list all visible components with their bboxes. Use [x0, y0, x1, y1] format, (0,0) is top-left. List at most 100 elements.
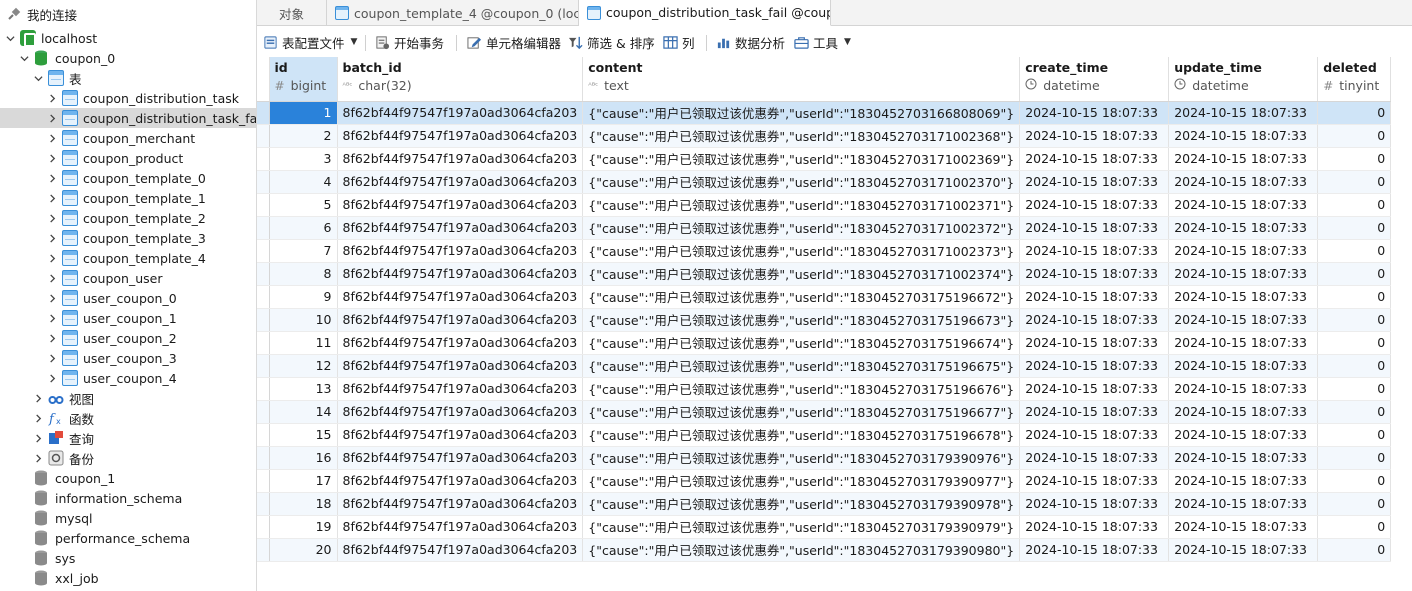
table-row[interactable]: 7 8f62bf44f97547f197a0ad3064cfa203 {"cause… [257, 239, 1392, 263]
tab-objects[interactable]: 对象 [257, 0, 327, 26]
chevron-down-icon[interactable] [32, 72, 44, 84]
column-header-update-time[interactable]: update_time datetime [1168, 57, 1319, 102]
sidebar-table-item[interactable]: user_coupon_1 [0, 308, 256, 328]
cell-id[interactable]: 14 [269, 400, 338, 424]
cell-update-time[interactable]: 2024-10-15 18:07:33 [1168, 515, 1319, 539]
row-selector[interactable] [257, 446, 270, 470]
cell-create-time[interactable]: 2024-10-15 18:07:33 [1019, 354, 1170, 378]
cell-update-time[interactable]: 2024-10-15 18:07:33 [1168, 308, 1319, 332]
chevron-right-icon[interactable] [46, 272, 58, 284]
cell-update-time[interactable]: 2024-10-15 18:07:33 [1168, 124, 1319, 148]
cell-deleted[interactable]: 0 [1317, 124, 1392, 148]
cell-id[interactable]: 15 [269, 423, 338, 447]
chevron-right-icon[interactable] [46, 132, 58, 144]
sidebar-table-item[interactable]: coupon_merchant [0, 128, 256, 148]
table-row[interactable]: 5 8f62bf44f97547f197a0ad3064cfa203 {"cause… [257, 193, 1392, 217]
cell-create-time[interactable]: 2024-10-15 18:07:33 [1019, 308, 1170, 332]
cell-update-time[interactable]: 2024-10-15 18:07:33 [1168, 147, 1319, 171]
cell-update-time[interactable]: 2024-10-15 18:07:33 [1168, 262, 1319, 286]
cell-content[interactable]: {"cause":"用户已领取过该优惠券","userId":"18304527… [582, 446, 1021, 470]
chevron-right-icon[interactable] [46, 252, 58, 264]
cell-content[interactable]: {"cause":"用户已领取过该优惠券","userId":"18304527… [582, 492, 1021, 516]
chevron-right-icon[interactable] [32, 392, 44, 404]
row-selector[interactable] [257, 285, 270, 309]
cell-batch-id[interactable]: 8f62bf44f97547f197a0ad3064cfa203 [337, 331, 584, 355]
cell-id[interactable]: 5 [269, 193, 338, 217]
row-selector[interactable] [257, 216, 270, 240]
cell-content[interactable]: {"cause":"用户已领取过该优惠券","userId":"18304527… [582, 124, 1021, 148]
table-row[interactable]: 3 8f62bf44f97547f197a0ad3064cfa203 {"cause… [257, 147, 1392, 171]
cell-batch-id[interactable]: 8f62bf44f97547f197a0ad3064cfa203 [337, 170, 584, 194]
cell-deleted[interactable]: 0 [1317, 446, 1392, 470]
tree-group-views[interactable]: 视图 [0, 388, 256, 408]
tree-database-coupon-0[interactable]: coupon_0 [0, 48, 256, 68]
table-row[interactable]: 6 8f62bf44f97547f197a0ad3064cfa203 {"cause… [257, 216, 1392, 240]
sidebar-table-item[interactable]: coupon_distribution_task [0, 88, 256, 108]
chevron-right-icon[interactable] [46, 92, 58, 104]
data-grid[interactable]: id # bigint batch_id ᴬᴮᶜ char(32) content ᴬᴮᶜ te… [257, 57, 1412, 591]
chevron-right-icon[interactable] [46, 352, 58, 364]
cell-create-time[interactable]: 2024-10-15 18:07:33 [1019, 285, 1170, 309]
cell-create-time[interactable]: 2024-10-15 18:07:33 [1019, 170, 1170, 194]
table-row[interactable]: 19 8f62bf44f97547f197a0ad3064cfa203 {"caus… [257, 515, 1392, 539]
chevron-right-icon[interactable] [46, 332, 58, 344]
table-row[interactable]: 8 8f62bf44f97547f197a0ad3064cfa203 {"cause… [257, 262, 1392, 286]
chevron-right-icon[interactable] [46, 372, 58, 384]
cell-deleted[interactable]: 0 [1317, 147, 1392, 171]
cell-batch-id[interactable]: 8f62bf44f97547f197a0ad3064cfa203 [337, 538, 584, 562]
sidebar-table-item[interactable]: coupon_template_0 [0, 168, 256, 188]
cell-create-time[interactable]: 2024-10-15 18:07:33 [1019, 147, 1170, 171]
table-row[interactable]: 11 8f62bf44f97547f197a0ad3064cfa203 {"caus… [257, 331, 1392, 355]
cell-editor-button[interactable]: 单元格编辑器 [467, 32, 561, 52]
cell-create-time[interactable]: 2024-10-15 18:07:33 [1019, 446, 1170, 470]
table-row[interactable]: 14 8f62bf44f97547f197a0ad3064cfa203 {"caus… [257, 400, 1392, 424]
sidebar-table-item[interactable]: coupon_template_2 [0, 208, 256, 228]
cell-content[interactable]: {"cause":"用户已领取过该优惠券","userId":"18304527… [582, 400, 1021, 424]
cell-id[interactable]: 7 [269, 239, 338, 263]
cell-update-time[interactable]: 2024-10-15 18:07:33 [1168, 216, 1319, 240]
chevron-right-icon[interactable] [46, 112, 58, 124]
cell-batch-id[interactable]: 8f62bf44f97547f197a0ad3064cfa203 [337, 377, 584, 401]
column-header-batch-id[interactable]: batch_id ᴬᴮᶜ char(32) [337, 57, 584, 102]
cell-content[interactable]: {"cause":"用户已领取过该优惠券","userId":"18304527… [582, 216, 1021, 240]
cell-update-time[interactable]: 2024-10-15 18:07:33 [1168, 492, 1319, 516]
row-selector[interactable] [257, 308, 270, 332]
sidebar-table-item[interactable]: coupon_user [0, 268, 256, 288]
column-header-deleted[interactable]: deleted # tinyint [1317, 57, 1392, 102]
row-selector[interactable] [257, 170, 270, 194]
row-selector[interactable] [257, 515, 270, 539]
columns-button[interactable]: 列 [663, 32, 695, 52]
cell-id[interactable]: 1 [269, 101, 338, 125]
cell-batch-id[interactable]: 8f62bf44f97547f197a0ad3064cfa203 [337, 308, 584, 332]
cell-update-time[interactable]: 2024-10-15 18:07:33 [1168, 446, 1319, 470]
cell-batch-id[interactable]: 8f62bf44f97547f197a0ad3064cfa203 [337, 469, 584, 493]
column-header-create-time[interactable]: create_time datetime [1019, 57, 1170, 102]
chevron-down-icon[interactable] [18, 52, 30, 64]
row-selector[interactable] [257, 377, 270, 401]
chevron-right-icon[interactable] [46, 312, 58, 324]
cell-id[interactable]: 16 [269, 446, 338, 470]
row-selector[interactable] [257, 423, 270, 447]
table-row[interactable]: 18 8f62bf44f97547f197a0ad3064cfa203 {"caus… [257, 492, 1392, 516]
cell-create-time[interactable]: 2024-10-15 18:07:33 [1019, 331, 1170, 355]
sidebar-table-item[interactable]: user_coupon_4 [0, 368, 256, 388]
sidebar-table-item[interactable]: coupon_template_1 [0, 188, 256, 208]
row-selector[interactable] [257, 331, 270, 355]
table-row[interactable]: 2 8f62bf44f97547f197a0ad3064cfa203 {"cause… [257, 124, 1392, 148]
cell-create-time[interactable]: 2024-10-15 18:07:33 [1019, 469, 1170, 493]
cell-id[interactable]: 4 [269, 170, 338, 194]
row-selector[interactable] [257, 262, 270, 286]
cell-deleted[interactable]: 0 [1317, 331, 1392, 355]
cell-update-time[interactable]: 2024-10-15 18:07:33 [1168, 170, 1319, 194]
cell-id[interactable]: 20 [269, 538, 338, 562]
cell-batch-id[interactable]: 8f62bf44f97547f197a0ad3064cfa203 [337, 515, 584, 539]
sidebar-table-item[interactable]: user_coupon_3 [0, 348, 256, 368]
cell-batch-id[interactable]: 8f62bf44f97547f197a0ad3064cfa203 [337, 147, 584, 171]
column-header-id[interactable]: id # bigint [269, 57, 338, 102]
cell-content[interactable]: {"cause":"用户已领取过该优惠券","userId":"18304527… [582, 170, 1021, 194]
cell-update-time[interactable]: 2024-10-15 18:07:33 [1168, 239, 1319, 263]
sidebar-database-item[interactable]: information_schema [0, 488, 256, 508]
table-row[interactable]: 9 8f62bf44f97547f197a0ad3064cfa203 {"cause… [257, 285, 1392, 309]
begin-transaction-button[interactable]: 开始事务 [375, 32, 444, 52]
table-row[interactable]: 20 8f62bf44f97547f197a0ad3064cfa203 {"caus… [257, 538, 1392, 562]
